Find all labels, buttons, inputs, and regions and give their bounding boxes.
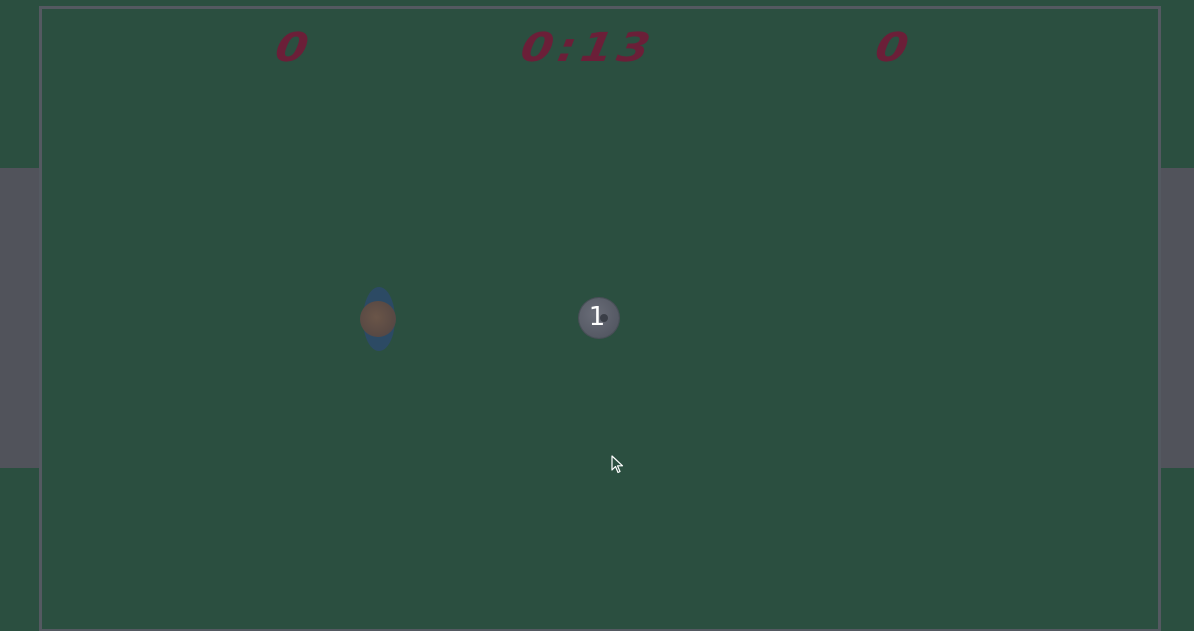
left-goal — [0, 168, 40, 468]
ball-label: 1 — [588, 302, 606, 332]
game-ball[interactable]: 1 — [579, 298, 619, 338]
right-goal — [1157, 168, 1194, 468]
match-timer: 0:13 — [517, 25, 659, 71]
player-piece[interactable] — [360, 287, 398, 351]
game-stage[interactable]: 0 0:13 0 1 — [0, 0, 1194, 631]
player-body — [360, 301, 396, 337]
mouse-pointer-icon — [611, 455, 624, 474]
